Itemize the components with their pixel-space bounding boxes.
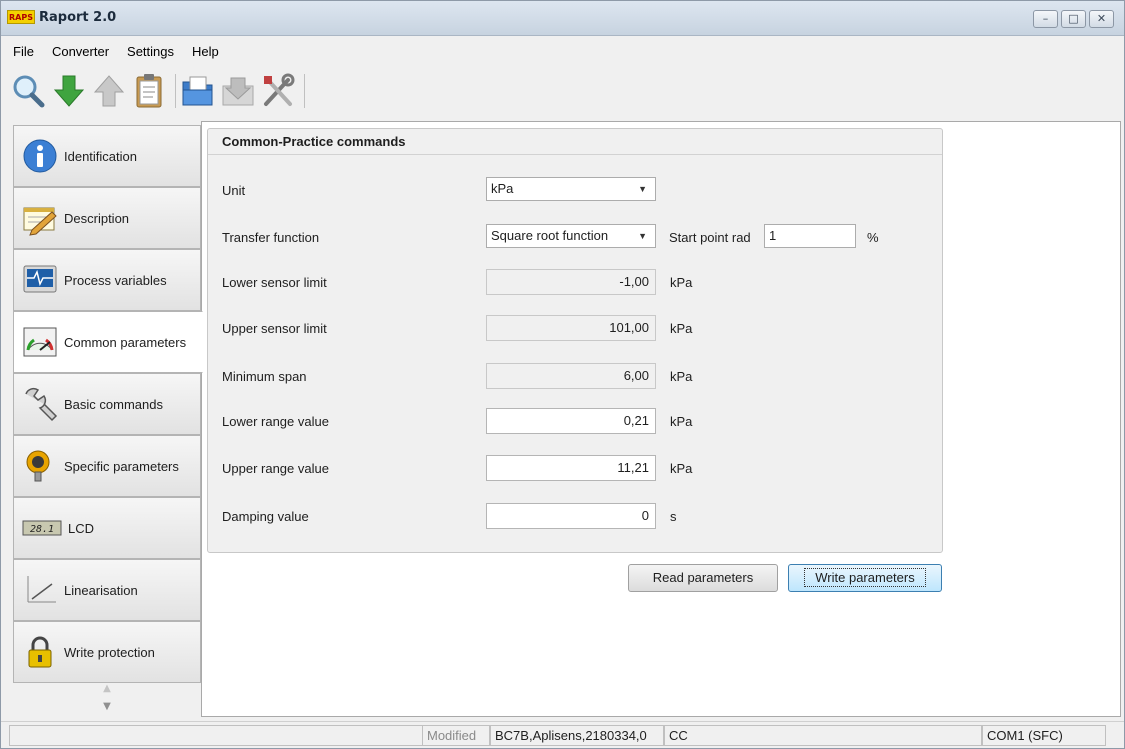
sidebar-scroller: ▲ ▼ — [13, 683, 201, 715]
sidebar-item-identification[interactable]: Identification — [13, 125, 201, 187]
damping-value-input[interactable]: 0 — [486, 503, 656, 529]
start-point-unit: % — [867, 230, 879, 245]
write-parameters-label: Write parameters — [804, 568, 926, 587]
lower-sensor-limit-field: -1,00 — [486, 269, 656, 295]
transfer-function-value: Square root function — [491, 228, 609, 243]
notepad-pencil-icon — [22, 200, 58, 236]
sidebar-item-label: Common parameters — [64, 334, 187, 350]
search-icon[interactable] — [11, 72, 47, 110]
toolbar-separator — [175, 74, 176, 108]
linear-graph-icon — [22, 572, 58, 608]
sidebar-item-label: Specific parameters — [64, 458, 179, 474]
unit-select[interactable]: kPa ▼ — [486, 177, 656, 201]
download-arrow-icon[interactable] — [51, 72, 87, 110]
status-device: BC7B,Aplisens,2180334,0 — [490, 725, 664, 746]
upper-sensor-limit-label: Upper sensor limit — [222, 321, 327, 336]
app-logo-icon: RAPS — [7, 10, 35, 24]
lower-range-value-label: Lower range value — [222, 414, 329, 429]
minimum-span-label: Minimum span — [222, 369, 307, 384]
damping-value-label: Damping value — [222, 509, 309, 524]
status-mode: CC — [664, 725, 982, 746]
minimum-span-unit: kPa — [670, 369, 693, 384]
menu-converter[interactable]: Converter — [52, 44, 109, 59]
upper-range-value-label: Upper range value — [222, 461, 329, 476]
title-bar[interactable]: RAPS Raport 2.0 – □ ✕ — [1, 1, 1124, 36]
sidebar-item-label: Description — [64, 210, 130, 226]
lower-sensor-limit-unit: kPa — [670, 275, 693, 290]
toolbar-separator — [304, 74, 305, 108]
scroll-down-icon[interactable]: ▼ — [13, 701, 201, 713]
lower-sensor-limit-label: Lower sensor limit — [222, 275, 327, 290]
scroll-up-icon[interactable]: ▲ — [13, 683, 201, 695]
chevron-down-icon: ▼ — [638, 231, 647, 241]
app-window: RAPS Raport 2.0 – □ ✕ File Converter Set… — [0, 0, 1125, 749]
chevron-down-icon: ▼ — [638, 184, 647, 194]
lower-range-value-unit: kPa — [670, 414, 693, 429]
status-modified: Modified — [422, 725, 490, 746]
read-parameters-button[interactable]: Read parameters — [628, 564, 778, 592]
sidebar-item-process-variables[interactable]: Process variables — [13, 249, 201, 311]
sidebar-item-label: LCD — [68, 520, 95, 536]
gauge-icon — [22, 324, 58, 360]
lcd-display-text: 28.1 — [30, 524, 54, 535]
toolbar — [1, 65, 1124, 117]
group-title: Common-Practice commands — [222, 134, 406, 149]
damping-value-unit: s — [670, 509, 677, 524]
sidebar-item-specific-parameters[interactable]: Specific parameters — [13, 435, 201, 497]
open-folder-icon[interactable] — [180, 72, 216, 110]
upper-sensor-limit-unit: kPa — [670, 321, 693, 336]
sidebar-item-label: Write protection — [64, 644, 155, 660]
unit-select-value: kPa — [491, 181, 514, 196]
start-point-label: Start point rad — [669, 230, 751, 245]
menu-settings[interactable]: Settings — [127, 44, 174, 59]
transmitter-icon — [22, 448, 58, 484]
upper-sensor-limit-field: 101,00 — [486, 315, 656, 341]
menu-file[interactable]: File — [13, 44, 34, 59]
clipboard-icon[interactable] — [131, 72, 167, 110]
status-bar: Modified BC7B,Aplisens,2180334,0 CC COM1… — [1, 721, 1124, 748]
sidebar-item-write-protection[interactable]: Write protection — [13, 621, 201, 683]
sidebar-nav: Identification Description Process varia… — [13, 121, 203, 717]
sidebar-item-label: Identification — [64, 148, 137, 164]
maximize-button[interactable]: □ — [1061, 10, 1086, 28]
tools-icon[interactable] — [260, 72, 296, 110]
menu-bar: File Converter Settings Help — [1, 37, 1124, 65]
wrench-icon — [22, 386, 58, 422]
group-divider — [208, 154, 942, 155]
transfer-function-select[interactable]: Square root function ▼ — [486, 224, 656, 248]
minimize-button[interactable]: – — [1033, 10, 1058, 28]
common-practice-group: Common-Practice commands Unit kPa ▼ Tran… — [207, 128, 943, 553]
upper-range-value-unit: kPa — [670, 461, 693, 476]
sidebar-item-description[interactable]: Description — [13, 187, 201, 249]
sidebar-item-label: Linearisation — [64, 582, 138, 598]
write-parameters-button[interactable]: Write parameters — [788, 564, 942, 592]
window-title: Raport 2.0 — [39, 10, 117, 25]
sidebar-item-lcd[interactable]: 28.1 LCD — [13, 497, 201, 559]
upload-arrow-icon[interactable] — [91, 72, 127, 110]
sidebar-item-linearisation[interactable]: Linearisation — [13, 559, 201, 621]
info-icon — [22, 138, 58, 174]
unit-label: Unit — [222, 183, 246, 198]
upper-range-value-input[interactable]: 11,21 — [486, 455, 656, 481]
status-port: COM1 (SFC) — [982, 725, 1106, 746]
start-point-input[interactable]: 1 — [764, 224, 856, 248]
save-disabled-icon[interactable] — [220, 72, 256, 110]
lower-range-value-input[interactable]: 0,21 — [486, 408, 656, 434]
sidebar-item-basic-commands[interactable]: Basic commands — [13, 373, 201, 435]
sidebar-item-common-parameters[interactable]: Common parameters — [13, 311, 203, 373]
waveform-monitor-icon — [22, 262, 58, 298]
minimum-span-field: 6,00 — [486, 363, 656, 389]
sidebar-item-label: Process variables — [64, 272, 167, 288]
sidebar-item-label: Basic commands — [64, 396, 163, 412]
menu-help[interactable]: Help — [192, 44, 219, 59]
padlock-icon — [22, 634, 58, 670]
lcd-display-icon: 28.1 — [22, 510, 62, 546]
status-cell-empty — [9, 725, 423, 746]
transfer-function-label: Transfer function — [222, 230, 320, 245]
main-panel: Common-Practice commands Unit kPa ▼ Tran… — [201, 121, 1121, 717]
close-button[interactable]: ✕ — [1089, 10, 1114, 28]
